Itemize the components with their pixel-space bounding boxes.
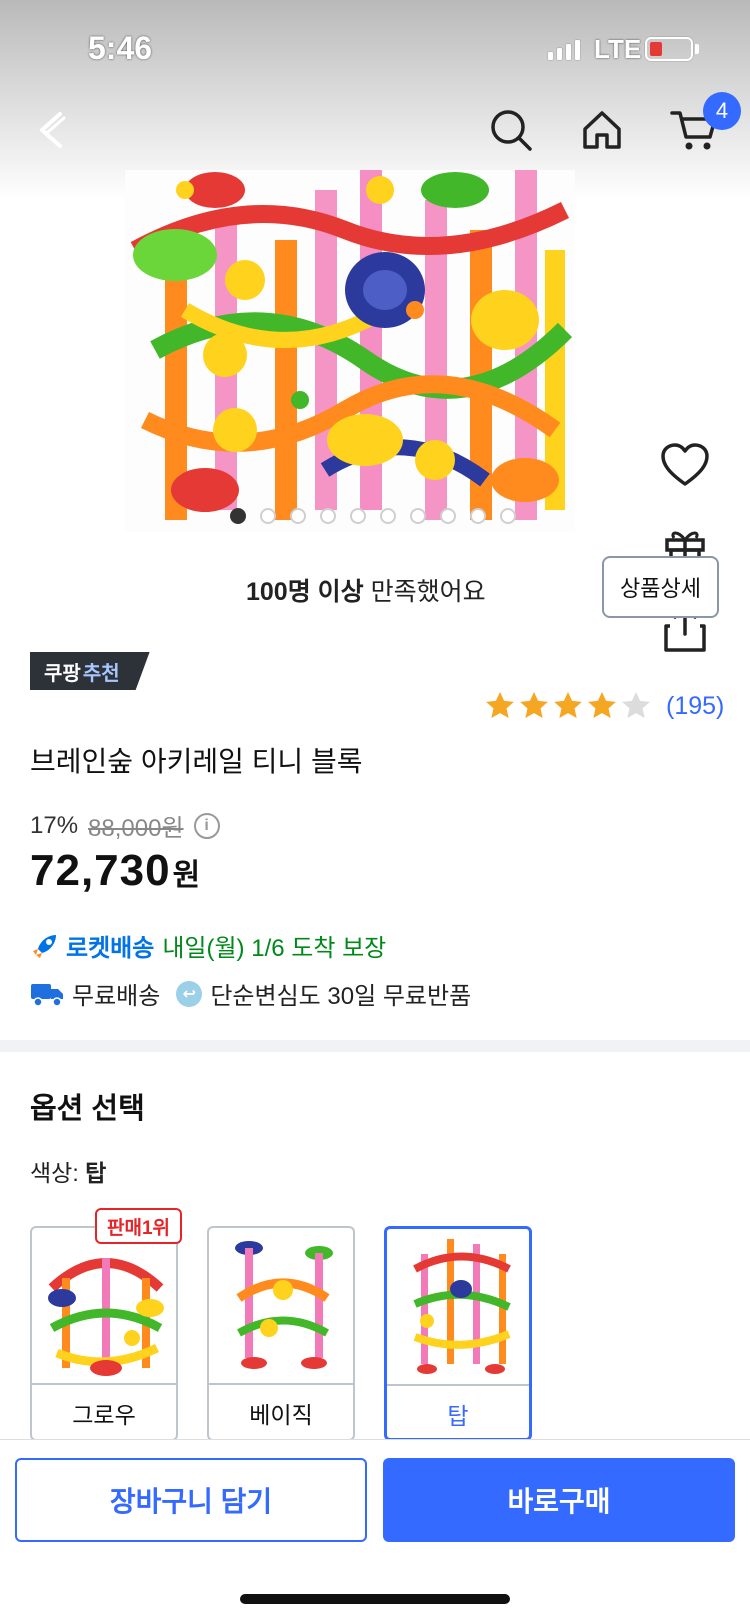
gallery-dot[interactable] bbox=[440, 508, 456, 524]
shipping-info-line: 무료배송 ↩ 단순변심도 30일 무료반품 bbox=[30, 976, 471, 1011]
signal-icon bbox=[548, 38, 580, 60]
battery-cap bbox=[695, 44, 699, 54]
badge-recommend: 추천 bbox=[82, 662, 120, 685]
star-empty-icon bbox=[622, 692, 650, 718]
option-card-grow[interactable]: 그로우 bbox=[30, 1226, 178, 1441]
product-image-gallery[interactable] bbox=[0, 170, 750, 652]
gallery-dot[interactable] bbox=[500, 508, 516, 524]
satisfaction-count: 100명 이상 bbox=[246, 578, 364, 606]
rating[interactable]: (195) bbox=[484, 690, 724, 722]
selected-color-label: 색상: 탑 bbox=[30, 1154, 106, 1188]
option-separator bbox=[387, 1384, 529, 1386]
wishlist-button[interactable] bbox=[655, 435, 715, 495]
status-time: 5:46 bbox=[88, 30, 153, 66]
gallery-dot[interactable] bbox=[290, 508, 306, 524]
truck-icon bbox=[30, 980, 64, 1008]
option-separator bbox=[32, 1383, 176, 1385]
heart-icon bbox=[661, 443, 709, 486]
status-bar: 5:46 LTE bbox=[0, 0, 750, 90]
info-icon[interactable]: i bbox=[193, 812, 220, 839]
product-image bbox=[125, 170, 575, 532]
product-title: 브레인숲 아키레일 티니 블록 bbox=[30, 746, 363, 777]
option-image bbox=[387, 1229, 529, 1384]
star-filled-icon bbox=[486, 692, 514, 718]
top-navigation bbox=[0, 90, 750, 170]
add-to-cart-button[interactable]: 장바구니 담기 bbox=[15, 1458, 367, 1542]
gallery-dot[interactable] bbox=[470, 508, 486, 524]
free-shipping-text: 무료배송 bbox=[72, 983, 161, 1010]
home-indicator bbox=[240, 1594, 510, 1604]
best-seller-badge: 판매1위 bbox=[95, 1208, 183, 1244]
review-count: (195) bbox=[666, 691, 725, 720]
back-arrow-icon bbox=[40, 112, 66, 148]
battery-icon bbox=[645, 37, 693, 61]
star-filled-icon bbox=[588, 692, 616, 718]
rocket-delivery-line: 로켓배송 내일(월) 1/6 도착 보장 bbox=[30, 928, 386, 963]
satisfaction-text: 만족했어요 bbox=[370, 578, 486, 606]
star-filled-icon bbox=[520, 692, 548, 718]
product-detail-button[interactable]: 상품상세 bbox=[602, 556, 719, 618]
section-divider bbox=[0, 1040, 750, 1052]
satisfaction-summary: 100명 이상 만족했어요 bbox=[246, 572, 486, 608]
star-rating bbox=[484, 690, 654, 722]
sale-price: 72,730원 bbox=[30, 846, 201, 896]
free-return-text: 단순변심도 30일 무료반품 bbox=[210, 983, 472, 1010]
search-button[interactable] bbox=[481, 100, 541, 160]
discount-line: 17% 88,000원 i bbox=[30, 808, 220, 843]
rocket-icon bbox=[33, 934, 56, 958]
color-label-value: 탑 bbox=[85, 1160, 107, 1186]
discount-rate: 17% bbox=[30, 811, 79, 839]
arrival-guarantee: 내일(월) 1/6 도착 보장 bbox=[162, 935, 387, 962]
option-name: 그로우 bbox=[72, 1402, 136, 1428]
color-label-prefix: 색상: bbox=[30, 1160, 86, 1186]
gallery-dot[interactable] bbox=[230, 508, 246, 524]
buy-now-button[interactable]: 바로구매 bbox=[383, 1458, 735, 1542]
gallery-dot[interactable] bbox=[320, 508, 336, 524]
back-button[interactable] bbox=[22, 100, 82, 160]
coupang-recommend-badge: 쿠팡 추천 bbox=[30, 652, 150, 690]
cart-count-badge: 4 bbox=[703, 92, 741, 130]
return-icon: ↩ bbox=[176, 980, 203, 1007]
option-section-title: 옵션 선택 bbox=[30, 1093, 145, 1125]
gallery-dot[interactable] bbox=[260, 508, 276, 524]
option-card-basic[interactable]: 베이직 bbox=[207, 1226, 355, 1441]
option-image bbox=[209, 1228, 353, 1383]
gallery-dot[interactable] bbox=[410, 508, 426, 524]
home-icon bbox=[583, 111, 621, 149]
rocket-delivery-brand: 로켓배송 bbox=[66, 935, 155, 962]
gallery-dot[interactable] bbox=[350, 508, 366, 524]
network-label: LTE bbox=[594, 34, 642, 64]
star-filled-icon bbox=[554, 692, 582, 718]
option-separator bbox=[209, 1383, 353, 1385]
sale-price-value: 72,730 bbox=[30, 846, 171, 895]
option-image bbox=[32, 1228, 176, 1383]
option-name: 탑 bbox=[447, 1403, 469, 1429]
bottom-action-bar: 장바구니 담기 바로구매 bbox=[0, 1439, 750, 1623]
option-name: 베이직 bbox=[249, 1402, 313, 1428]
original-price: 88,000원 bbox=[88, 815, 184, 842]
sale-price-unit: 원 bbox=[172, 859, 202, 892]
option-card-top[interactable]: 탑 bbox=[384, 1226, 532, 1441]
gallery-pagination[interactable] bbox=[230, 508, 516, 524]
badge-brand: 쿠팡 bbox=[44, 662, 81, 685]
home-button[interactable] bbox=[572, 100, 632, 160]
gallery-dot[interactable] bbox=[380, 508, 396, 524]
search-icon bbox=[491, 110, 532, 151]
